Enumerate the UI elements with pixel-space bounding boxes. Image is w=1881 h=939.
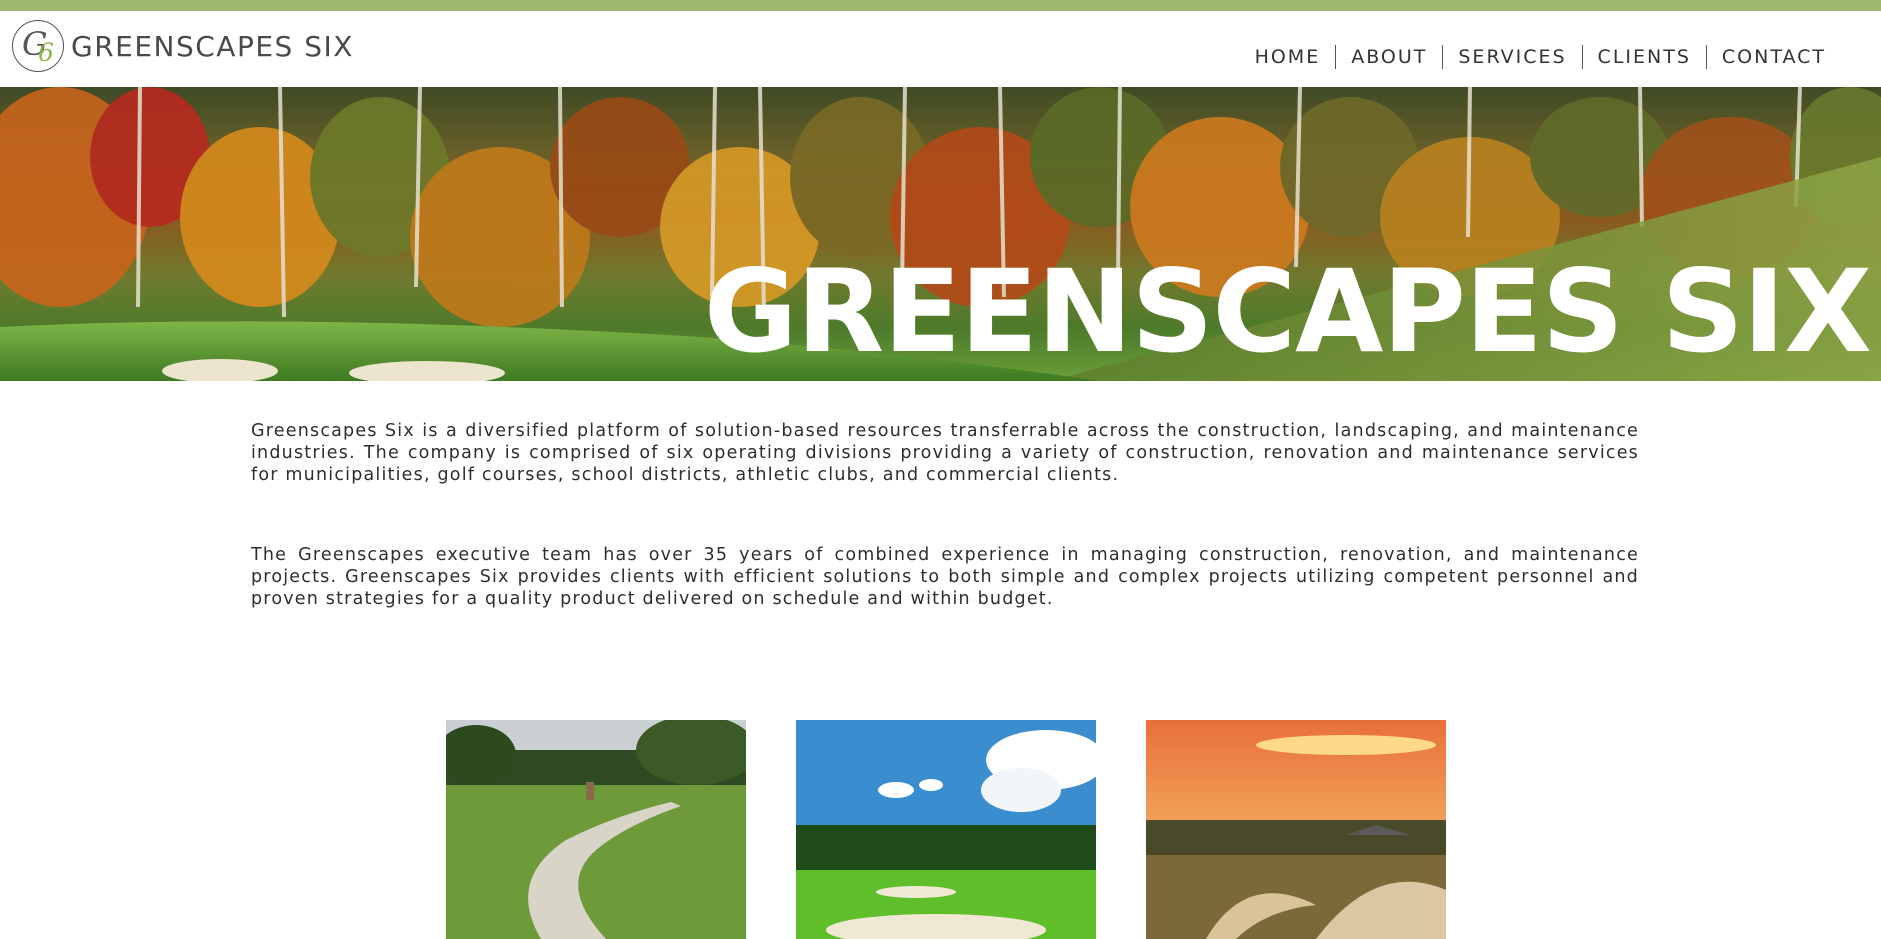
site-header: G 6 GREENSCAPES SIX HOME ABOUT SERVICES … — [0, 11, 1881, 87]
sunset-sprinklers-image — [1146, 720, 1446, 939]
top-accent-bar — [0, 0, 1881, 11]
logo-text: GREENSCAPES SIX — [71, 29, 354, 63]
main-nav: HOME ABOUT SERVICES CLIENTS CONTACT — [1240, 45, 1841, 69]
logo-mark-icon: G 6 — [12, 20, 64, 72]
nav-services[interactable]: SERVICES — [1443, 46, 1581, 68]
cart-path-image — [446, 720, 746, 939]
intro-paragraph-1: Greenscapes Six is a diversified platfor… — [251, 421, 1639, 485]
site-logo[interactable]: G 6 GREENSCAPES SIX — [12, 20, 354, 72]
intro-section: Greenscapes Six is a diversified platfor… — [251, 420, 1639, 668]
nav-about[interactable]: ABOUT — [1336, 46, 1442, 68]
nav-contact[interactable]: CONTACT — [1707, 46, 1841, 68]
nav-home[interactable]: HOME — [1240, 46, 1336, 68]
intro-paragraph-2: The Greenscapes executive team has over … — [251, 545, 1639, 609]
photo-sunset-sprinklers[interactable] — [1146, 720, 1446, 939]
hero-banner: GREENSCAPES SIX — [0, 87, 1881, 381]
hero-title: GREENSCAPES SIX — [703, 245, 1872, 378]
nav-clients[interactable]: CLIENTS — [1583, 46, 1706, 68]
golf-green-image — [796, 720, 1096, 939]
photo-cart-path[interactable] — [446, 720, 746, 939]
photo-golf-green[interactable] — [796, 720, 1096, 939]
logo-mark-number: 6 — [38, 38, 54, 67]
